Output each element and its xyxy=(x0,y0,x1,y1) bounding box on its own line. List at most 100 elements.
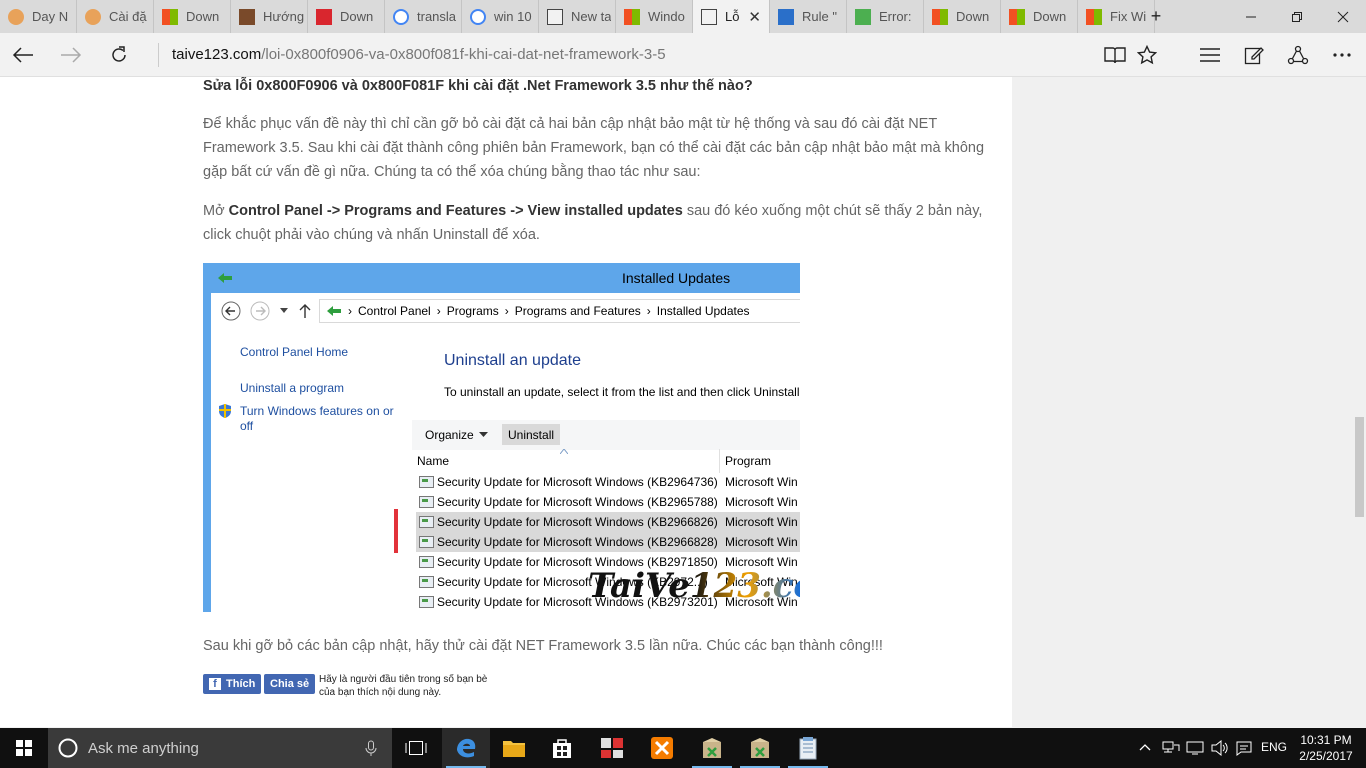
update-icon xyxy=(419,596,434,608)
store-button[interactable] xyxy=(538,728,586,768)
more-button[interactable] xyxy=(1319,33,1365,77)
url-host: taive123.com xyxy=(172,46,262,63)
url-field[interactable]: taive123.com/loi-0x800f0906-va-0x800f081… xyxy=(172,46,666,63)
browser-tab[interactable]: Hướng xyxy=(231,0,308,33)
scrollbar-thumb[interactable] xyxy=(1355,417,1364,517)
action-center-icon[interactable] xyxy=(1236,741,1252,756)
link-windows-features: Turn Windows features on or off xyxy=(240,404,394,433)
share-button[interactable] xyxy=(1275,33,1321,77)
task-view-icon xyxy=(405,741,427,755)
screenshot-title: Installed Updates xyxy=(622,270,731,286)
update-icon xyxy=(419,496,434,508)
app-taskbar-button-1[interactable] xyxy=(588,728,636,768)
package-icon xyxy=(703,738,721,758)
favorite-button[interactable] xyxy=(1124,33,1170,77)
clock-time: 10:31 PM xyxy=(1300,733,1352,747)
update-program: Microsoft Win xyxy=(725,495,798,509)
clock-date: 2/25/2017 xyxy=(1299,749,1353,763)
close-window-button[interactable] xyxy=(1320,0,1366,33)
tab-label: Rule " xyxy=(802,9,837,24)
forward-circle-icon xyxy=(250,301,270,321)
browser-tab[interactable]: Down xyxy=(154,0,231,33)
browser-tab[interactable]: Lỗ ✕ xyxy=(693,0,770,33)
control-panel-icon xyxy=(218,273,232,283)
back-button[interactable] xyxy=(0,33,46,77)
start-button[interactable] xyxy=(0,728,48,768)
tab-label: Day N xyxy=(32,9,69,24)
browser-tab[interactable]: Day N xyxy=(0,0,77,33)
column-name-header: Name xyxy=(417,454,450,468)
installer-taskbar-button-1[interactable] xyxy=(688,728,736,768)
facebook-like-button[interactable]: f Thích xyxy=(203,674,262,694)
breadcrumb-cp-icon xyxy=(327,306,341,316)
tab-label: win 10 xyxy=(494,9,532,24)
windows-logo-icon xyxy=(16,740,32,756)
browser-tab[interactable]: win 10 xyxy=(462,0,539,33)
notepad-icon xyxy=(799,737,817,760)
new-tab-button[interactable]: + xyxy=(1133,0,1179,33)
monitor-icon[interactable] xyxy=(1186,741,1204,755)
browser-tab[interactable]: New ta xyxy=(539,0,616,33)
globe-icon xyxy=(855,8,871,25)
web-note-button[interactable] xyxy=(1231,33,1277,77)
scrollbar[interactable] xyxy=(1354,77,1366,727)
system-clock[interactable]: 10:31 PM 2/25/2017 xyxy=(1296,732,1356,764)
windows-icon xyxy=(1009,8,1025,25)
store-bag-icon xyxy=(553,739,571,758)
volume-icon[interactable] xyxy=(1211,740,1229,756)
notepad-taskbar-button[interactable] xyxy=(784,728,832,768)
show-hidden-icons-icon[interactable] xyxy=(1139,743,1151,751)
task-view-button[interactable] xyxy=(392,728,440,768)
forward-button[interactable] xyxy=(48,33,94,77)
crumb-installed-updates: Installed Updates xyxy=(656,304,750,318)
organize-dropdown-icon xyxy=(479,432,488,437)
book-icon xyxy=(1104,47,1126,64)
file-explorer-button[interactable] xyxy=(490,728,538,768)
article-paragraph-3: Sau khi gỡ bỏ các bản cập nhật, hãy thử … xyxy=(203,638,883,654)
forward-arrow-icon xyxy=(61,47,82,63)
update-name: Security Update for Microsoft Windows (K… xyxy=(437,495,718,509)
update-program: Microsoft Win xyxy=(725,515,798,529)
windows-icon xyxy=(624,8,640,25)
cortana-icon xyxy=(58,738,78,758)
avatar-icon xyxy=(8,8,24,25)
browser-tab[interactable]: transla xyxy=(385,0,462,33)
article-heading: Sửa lỗi 0x800F0906 và 0x800F081F khi cài… xyxy=(203,78,753,94)
windows-icon xyxy=(932,8,948,25)
input-language[interactable]: ENG xyxy=(1261,740,1287,754)
para2-path: Control Panel -> Programs and Features -… xyxy=(228,203,683,219)
network-icon[interactable] xyxy=(1162,741,1180,755)
screenshot-heading: Uninstall an update xyxy=(444,352,581,369)
browser-tab[interactable]: Down xyxy=(1001,0,1078,33)
cortana-search-box[interactable]: Ask me anything xyxy=(48,728,392,768)
xampp-icon xyxy=(651,737,673,759)
minimize-button[interactable] xyxy=(1228,0,1274,33)
close-tab-icon[interactable]: ✕ xyxy=(748,8,761,26)
browser-tab[interactable]: Down xyxy=(308,0,385,33)
restore-button[interactable] xyxy=(1274,0,1320,33)
facebook-share-button[interactable]: Chia sẻ xyxy=(264,674,316,694)
restore-icon xyxy=(1292,11,1302,22)
crumb-programs-features: Programs and Features xyxy=(514,304,641,318)
xampp-taskbar-button[interactable] xyxy=(638,728,686,768)
tab-label: Windo xyxy=(648,9,685,24)
update-icon xyxy=(419,536,434,548)
hub-button[interactable] xyxy=(1187,33,1233,77)
update-program: Microsoft Win xyxy=(725,475,798,489)
google-icon xyxy=(470,8,486,25)
browser-tab[interactable]: Cài đặ xyxy=(77,0,154,33)
screenshot-instruction: To uninstall an update, select it from t… xyxy=(444,385,800,399)
refresh-button[interactable] xyxy=(96,33,142,77)
browser-tab[interactable]: Rule " xyxy=(770,0,847,33)
browser-tab[interactable]: Error: xyxy=(847,0,924,33)
browser-tab[interactable]: Windo xyxy=(616,0,693,33)
screenshot-toolbar: Organize Uninstall xyxy=(412,420,800,450)
address-divider xyxy=(158,43,159,67)
browser-tab[interactable]: Down xyxy=(924,0,1001,33)
edge-taskbar-button[interactable] xyxy=(442,728,490,768)
edge-icon xyxy=(457,738,476,758)
tab-label: Hướng xyxy=(263,9,305,24)
facebook-icon: f xyxy=(209,678,221,690)
uninstall-button: Uninstall xyxy=(502,424,561,445)
installer-taskbar-button-2[interactable] xyxy=(736,728,784,768)
